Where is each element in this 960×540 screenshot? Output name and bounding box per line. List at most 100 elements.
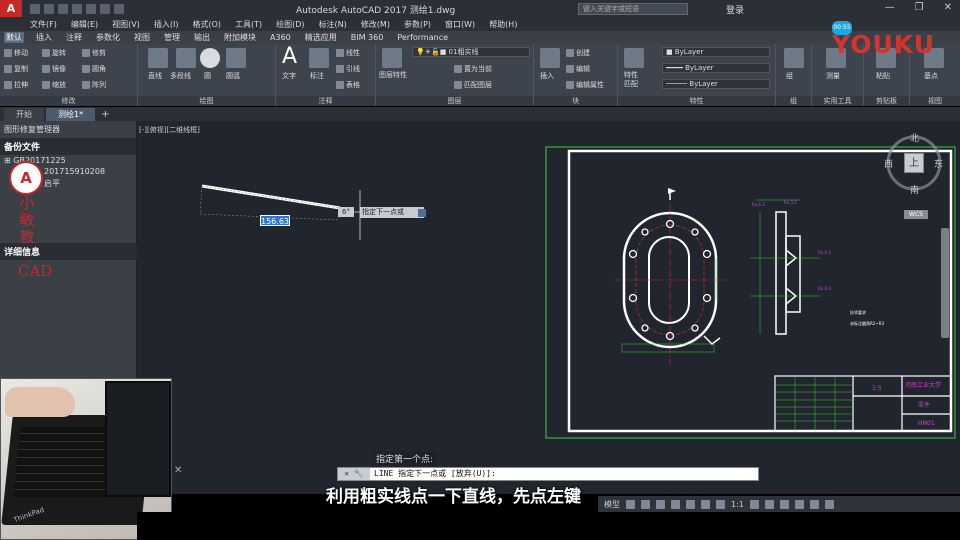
compass-east[interactable]: 东	[934, 157, 943, 170]
group-button[interactable]: 组	[786, 71, 793, 81]
copy-button[interactable]: 复制	[4, 64, 28, 74]
view-panel-title[interactable]: 视图	[910, 96, 960, 106]
modify-panel-title[interactable]: 修改	[0, 96, 137, 106]
command-input[interactable]: LINE 指定下一点或 [放弃(U)]:	[374, 468, 496, 480]
close-icon[interactable]: ✕	[174, 465, 182, 476]
tab-parametric[interactable]: 参数化	[94, 32, 122, 43]
lineweight-dropdown[interactable]: ───── ByLayer	[662, 79, 770, 89]
array-button[interactable]: 阵列	[82, 80, 106, 90]
measure-button[interactable]: 测量	[826, 71, 840, 81]
tab-addins[interactable]: 附加模块	[222, 32, 258, 43]
plus-icon[interactable]	[764, 499, 774, 509]
save-icon[interactable]	[58, 3, 68, 14]
color-dropdown[interactable]: ■ ByLayer	[662, 47, 770, 57]
dynamic-angle-input[interactable]: 6°	[338, 207, 354, 217]
maximize-button[interactable]: ❐	[915, 2, 924, 13]
utilities-panel-title[interactable]: 实用工具	[812, 96, 863, 106]
insert-block-button[interactable]: 插入	[540, 71, 554, 81]
redo-icon[interactable]	[114, 3, 124, 14]
command-line-icons[interactable]: ✕ 🔧	[338, 468, 370, 480]
set-current-button[interactable]: 置为当前	[454, 64, 492, 74]
mirror-button[interactable]: 镜像	[42, 64, 66, 74]
edit-block-button[interactable]: 编辑	[566, 64, 590, 74]
linear-button[interactable]: 线性	[336, 48, 360, 58]
table-button[interactable]: 表格	[336, 80, 360, 90]
properties-button[interactable]: 特性 匹配	[624, 71, 638, 89]
line-button[interactable]: 直线	[148, 71, 162, 81]
edit-attributes-button[interactable]: 编辑属性	[566, 80, 604, 90]
tab-annotate[interactable]: 注释	[64, 32, 84, 43]
viewport-controls[interactable]: [-][俯视][二维线框]	[139, 125, 200, 135]
linetype-dropdown[interactable]: ━━━━ ByLayer	[662, 63, 770, 73]
menu-insert[interactable]: 插入(I)	[154, 19, 179, 30]
text-button[interactable]: 文字	[282, 71, 296, 81]
polyline-button[interactable]: 多段线	[170, 71, 191, 81]
scale-button[interactable]: 缩放	[42, 80, 66, 90]
open-icon[interactable]	[44, 3, 54, 14]
leader-button[interactable]: 引线	[336, 64, 360, 74]
menu-edit[interactable]: 编辑(E)	[71, 19, 98, 30]
circle-button[interactable]: 圆	[204, 71, 211, 81]
new-tab-icon[interactable]: +	[101, 108, 109, 121]
tab-drawing[interactable]: 测绘1*	[46, 108, 96, 121]
menu-view[interactable]: 视图(V)	[112, 19, 140, 30]
annotation-panel-title[interactable]: 注释	[276, 96, 375, 106]
groups-panel-title[interactable]: 组	[776, 96, 811, 106]
osnap-icon[interactable]	[686, 499, 695, 509]
menu-file[interactable]: 文件(F)	[30, 19, 57, 30]
details-header[interactable]: 详细信息	[0, 243, 137, 260]
menu-format[interactable]: 格式(O)	[192, 19, 221, 30]
menu-parametric[interactable]: 参数(P)	[404, 19, 431, 30]
compass-north[interactable]: 北	[910, 131, 919, 144]
menu-tools[interactable]: 工具(T)	[235, 19, 262, 30]
isolate-icon[interactable]	[794, 499, 804, 509]
tab-performance[interactable]: Performance	[395, 33, 450, 42]
workspace-icon[interactable]	[779, 499, 789, 509]
wcs-menu[interactable]: WCS	[904, 210, 928, 219]
model-space-toggle[interactable]: 模型	[604, 499, 620, 510]
clipboard-panel-title[interactable]: 剪贴板	[864, 96, 909, 106]
rotate-button[interactable]: 旋转	[42, 48, 66, 58]
menu-window[interactable]: 窗口(W)	[445, 19, 475, 30]
tab-a360[interactable]: A360	[268, 33, 293, 42]
autocad-logo[interactable]: A	[0, 0, 22, 17]
annotation-scale-icon[interactable]	[716, 499, 725, 509]
create-block-button[interactable]: 创建	[566, 48, 590, 58]
stretch-button[interactable]: 拉伸	[4, 80, 28, 90]
navigation-bar[interactable]	[941, 228, 949, 338]
layer-properties-button[interactable]: 图层特性	[379, 71, 407, 80]
arc-button[interactable]: 圆弧	[226, 71, 240, 81]
menu-modify[interactable]: 修改(M)	[361, 19, 390, 30]
tab-insert[interactable]: 插入	[34, 32, 54, 43]
lineweight-icon[interactable]	[701, 499, 710, 509]
ortho-icon[interactable]	[656, 499, 665, 509]
tab-start[interactable]: 开始	[4, 108, 44, 121]
undo-icon[interactable]	[100, 3, 110, 14]
view-cube-top[interactable]: 上	[904, 153, 924, 173]
block-panel-title[interactable]: 块	[534, 96, 617, 106]
tab-manage[interactable]: 管理	[162, 32, 182, 43]
fillet-button[interactable]: 圆角	[82, 64, 106, 74]
viewcube[interactable]: 北 西 东 南 上	[884, 131, 944, 211]
compass-south[interactable]: 南	[910, 183, 919, 196]
properties-panel-title[interactable]: 特性	[618, 96, 775, 106]
backup-files-header[interactable]: 备份文件	[0, 138, 136, 155]
move-button[interactable]: 移动	[4, 48, 28, 58]
scale-readout[interactable]: 1:1	[731, 500, 744, 509]
dynamic-length-input[interactable]: 156.63	[260, 215, 290, 226]
menu-draw[interactable]: 绘图(D)	[276, 19, 304, 30]
tab-output[interactable]: 输出	[192, 32, 212, 43]
draw-panel-title[interactable]: 绘图	[138, 96, 275, 106]
snap-icon[interactable]	[641, 499, 650, 509]
print-icon[interactable]	[86, 3, 96, 14]
dimension-button[interactable]: 标注	[310, 71, 324, 81]
compass-west[interactable]: 西	[884, 157, 893, 170]
tooltip-options-icon[interactable]	[418, 209, 426, 217]
tab-bim360[interactable]: BIM 360	[349, 33, 386, 42]
tab-view[interactable]: 视图	[132, 32, 152, 43]
polar-icon[interactable]	[671, 499, 680, 509]
paste-button[interactable]: 粘贴	[876, 71, 890, 81]
basepoint-button[interactable]: 基点	[924, 71, 938, 81]
tab-default[interactable]: 默认	[4, 32, 24, 43]
command-line[interactable]: ✕ 🔧 LINE 指定下一点或 [放弃(U)]:	[337, 467, 759, 481]
